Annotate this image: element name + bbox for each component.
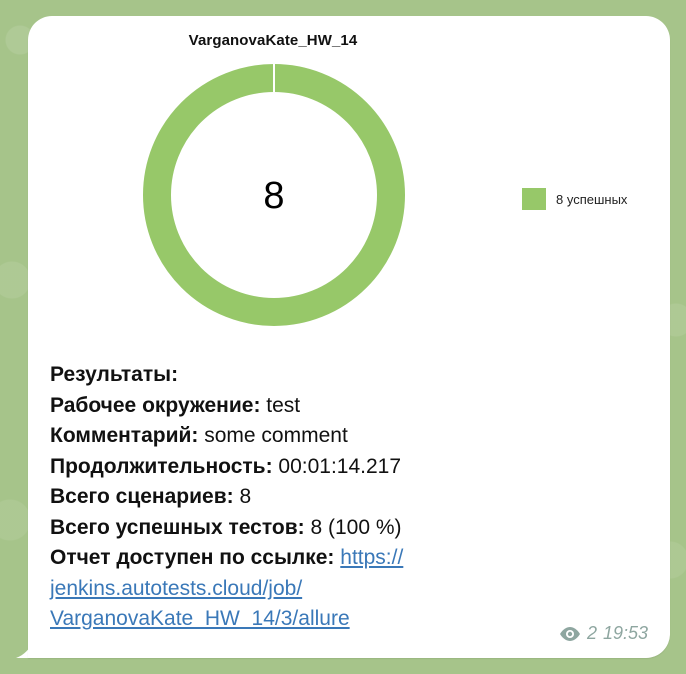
message-time: 19:53 (602, 623, 648, 643)
environment-row: Рабочее окружение: test (50, 391, 520, 422)
chart-legend: 8 успешных (522, 188, 627, 210)
duration-value: 00:01:14.217 (278, 454, 402, 478)
message-bubble: VarganovaKate_HW_14 8 8 успешных Результ… (28, 16, 670, 658)
report-row: Отчет доступен по ссылке: https:// (50, 543, 520, 574)
report-link-line1[interactable]: https:// (340, 546, 403, 569)
report-label: Отчет доступен по ссылке: (50, 546, 335, 569)
scenarios-row: Всего сценариев: 8 (50, 482, 520, 513)
scenarios-label: Всего сценариев: (50, 485, 234, 508)
legend-label-passed: 8 успешных (556, 191, 628, 207)
passed-row: Всего успешных тестов: 8 (100 %) (50, 513, 520, 544)
comment-value: some comment (204, 424, 348, 447)
duration-label: Продолжительность: (50, 454, 273, 478)
comment-label: Комментарий: (50, 424, 199, 447)
environment-label: Рабочее окружение: (50, 393, 261, 417)
legend-swatch-passed (522, 188, 546, 210)
views-count: 2 (586, 623, 597, 643)
report-link-row-2: jenkins.autotests.cloud/job/ (50, 574, 520, 605)
chart-title: VarganovaKate_HW_14 (188, 32, 358, 49)
comment-row: Комментарий: some comment (50, 421, 520, 452)
donut-center-value: 8 (263, 175, 285, 217)
report-link-row-3: VarganovaKate_HW_14/3/allure (50, 604, 520, 635)
duration-row: Продолжительность: 00:01:14.217 (50, 452, 520, 483)
report-link-line2[interactable]: jenkins.autotests.cloud/job/ (50, 577, 302, 600)
scenarios-value: 8 (239, 485, 252, 508)
passed-label: Всего успешных тестов: (50, 515, 305, 539)
eye-icon (559, 626, 580, 641)
report-link-line3[interactable]: VarganovaKate_HW_14/3/allure (50, 607, 350, 630)
passed-value: 8 (100 %) (310, 515, 402, 539)
results-heading: Результаты: (50, 360, 520, 391)
environment-value: test (266, 393, 301, 417)
message-text: Результаты: Рабочее окружение: test Комм… (50, 360, 520, 635)
results-label: Результаты: (50, 363, 179, 386)
message-meta: 2 19:53 (559, 623, 648, 644)
